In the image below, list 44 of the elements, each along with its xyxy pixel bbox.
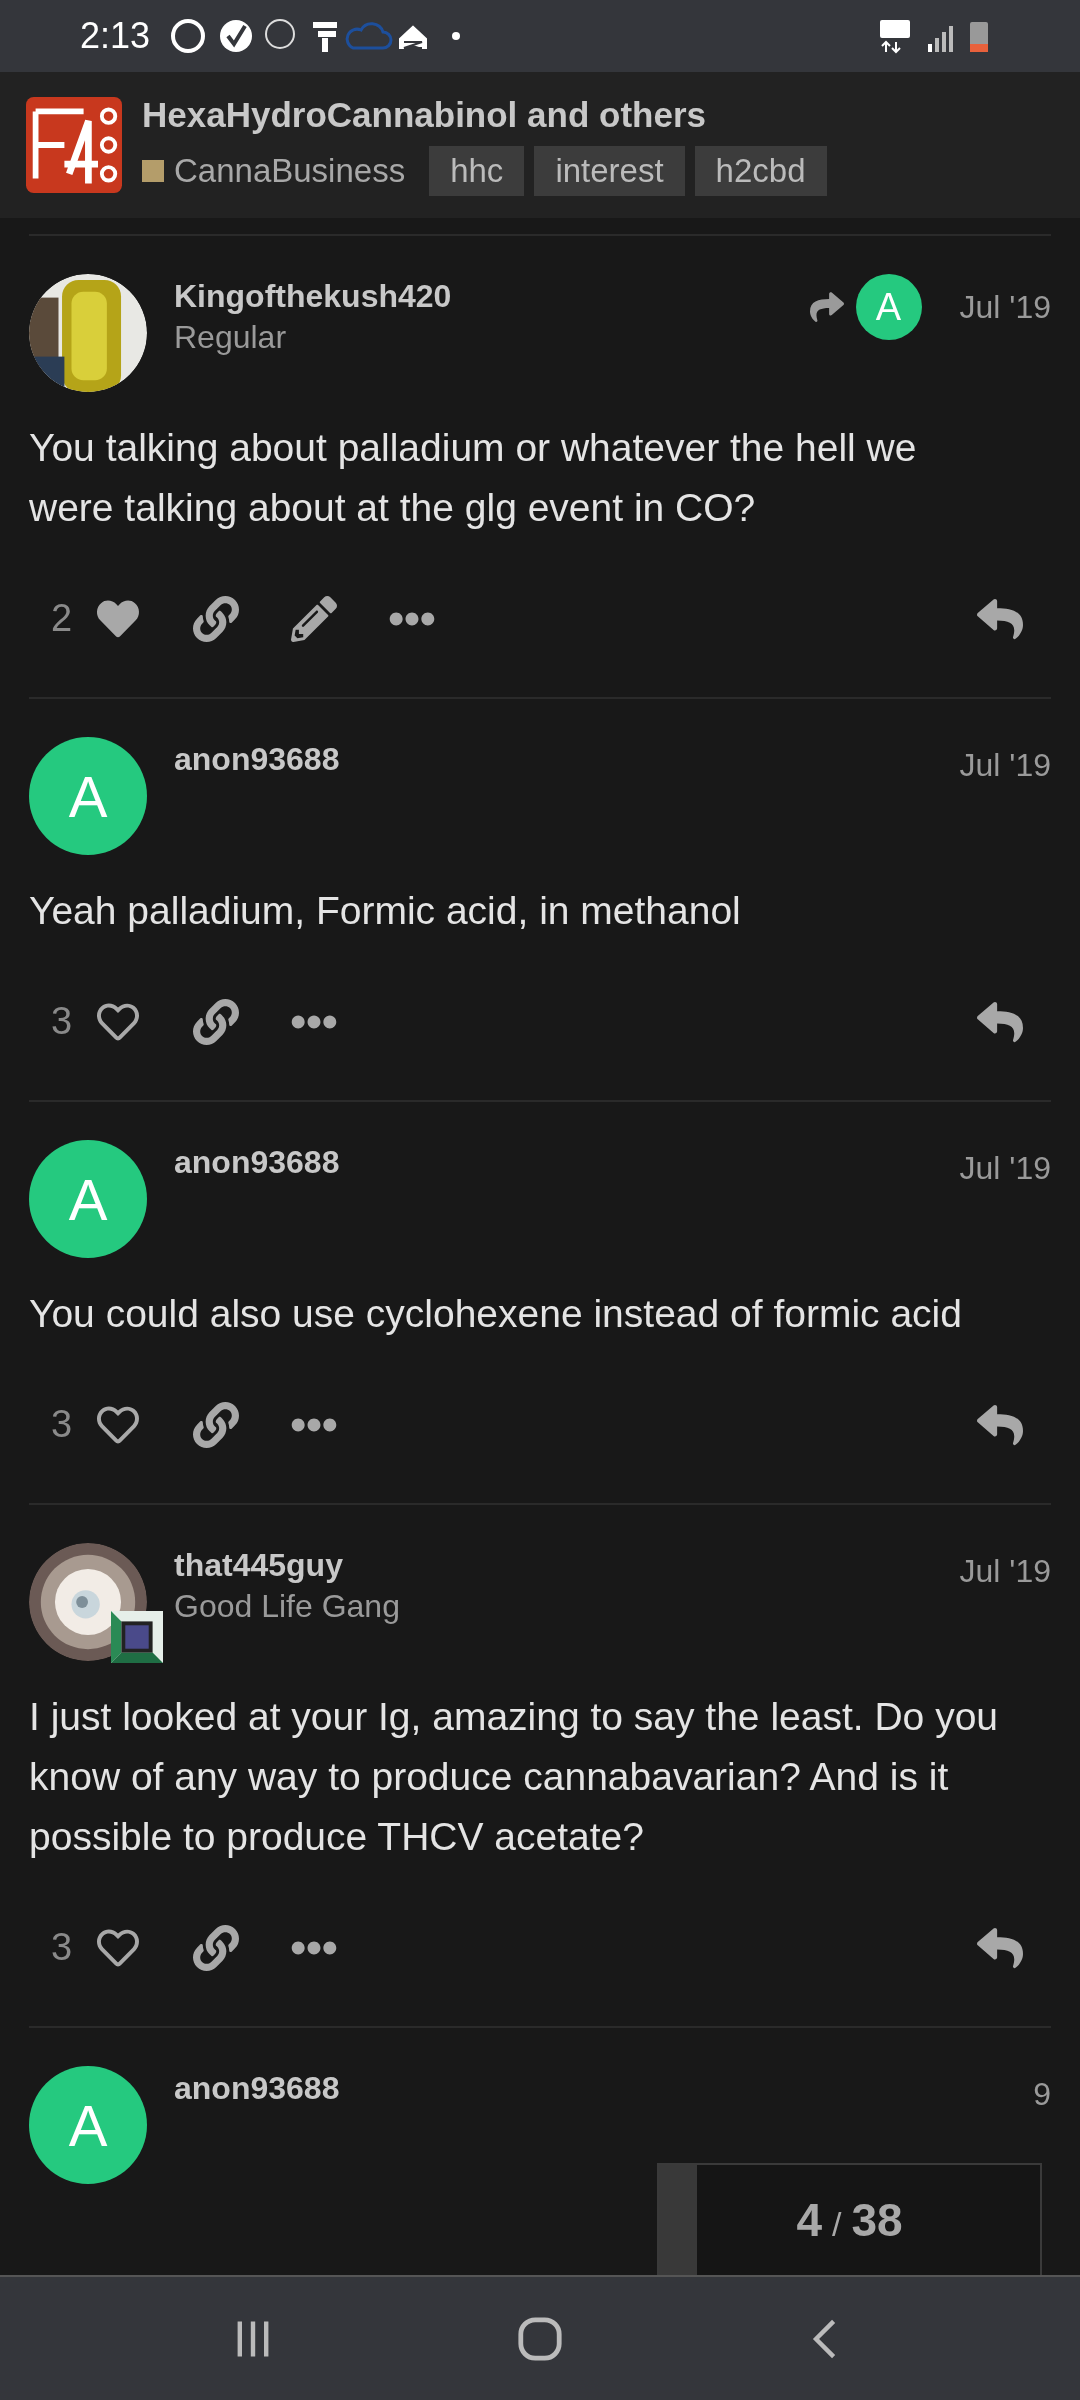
- username[interactable]: Kingofthekush420: [174, 276, 783, 316]
- house-icon: [397, 22, 430, 51]
- status-time: 2:13: [80, 14, 151, 58]
- reply-arrow-icon: [809, 290, 844, 324]
- link-icon[interactable]: [193, 1401, 239, 1448]
- category-link[interactable]: CannaBusiness: [174, 146, 406, 196]
- flair-icon: [111, 1611, 163, 1663]
- post-body: You could also use cyclohexene instead of formic acid: [29, 1291, 963, 1337]
- user-title: Regular: [174, 318, 288, 357]
- signal-icon: [928, 26, 953, 52]
- link-icon[interactable]: [193, 998, 239, 1045]
- username[interactable]: that445guy: [174, 1545, 907, 1585]
- post-date[interactable]: Jul '19: [959, 741, 1051, 789]
- user-title: Good Life Gang: [174, 1587, 401, 1626]
- post-body: You talking about palladium or whatever the hell we were talking about at the glg event in CO?: [29, 425, 918, 531]
- username[interactable]: anon93688: [174, 1142, 907, 1182]
- username[interactable]: anon93688: [174, 2068, 981, 2108]
- topic-title: HexaHydroCannabinol and others: [142, 94, 707, 136]
- post-body: Yeah palladium, Formic acid, in methanol: [29, 888, 742, 934]
- like-count: 3: [51, 1402, 74, 1447]
- like-count: 2: [51, 596, 74, 641]
- link-icon[interactable]: [193, 1924, 239, 1971]
- home-icon[interactable]: [516, 2314, 564, 2363]
- post-date[interactable]: Jul '19: [959, 1144, 1051, 1192]
- tag-chip[interactable]: hhc: [429, 146, 525, 196]
- like-count: 3: [51, 999, 74, 1044]
- progress-count: 4 / 38: [796, 2192, 903, 2248]
- tag-chip[interactable]: interest: [534, 146, 685, 196]
- more-notifications-icon: [452, 32, 461, 40]
- mobile-data-icon: [880, 20, 910, 54]
- like-count: 3: [51, 1925, 74, 1970]
- site-logo[interactable]: [26, 97, 122, 193]
- battery-icon: [970, 22, 988, 52]
- post-date[interactable]: Jul '19: [959, 1547, 1051, 1595]
- edit-icon[interactable]: [291, 595, 337, 642]
- cloud-icon: [345, 22, 393, 50]
- username[interactable]: anon93688: [174, 739, 907, 779]
- post-date[interactable]: 9: [1033, 2070, 1051, 2118]
- progress-indicator[interactable]: 4 / 38: [657, 2163, 1042, 2275]
- post-body: I just looked at your Ig, amazing to say the least. Do you know of any way to produce cannabavarian? And is it possible to produce THCV acetate?: [29, 1694, 1000, 1860]
- link-icon[interactable]: [193, 595, 239, 642]
- tag-chip[interactable]: h2cbd: [694, 146, 827, 196]
- post-date[interactable]: Jul '19: [959, 283, 1051, 331]
- check-icon: [220, 20, 253, 52]
